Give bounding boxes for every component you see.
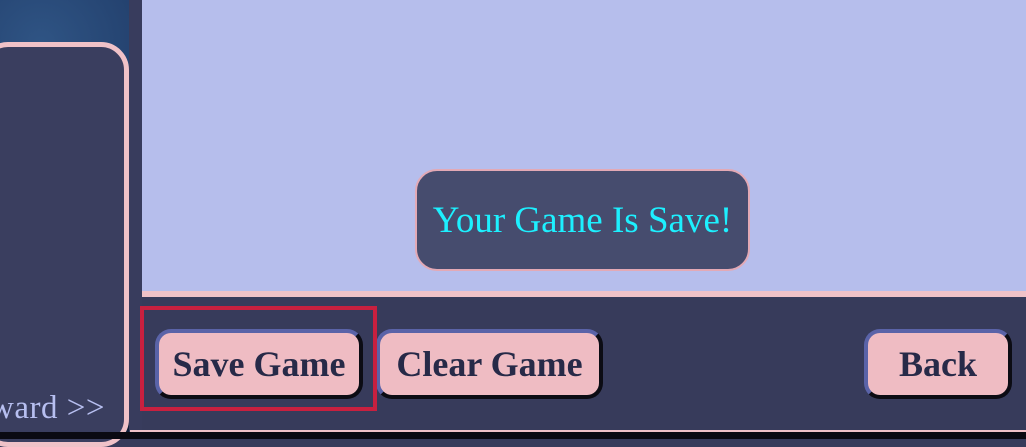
left-side-panel xyxy=(0,42,129,447)
save-confirmation-toast: Your Game Is Save! xyxy=(415,169,750,271)
vertical-divider xyxy=(129,0,142,439)
back-button[interactable]: Back xyxy=(864,329,1012,399)
save-game-button[interactable]: Save Game xyxy=(155,329,363,399)
clear-game-button[interactable]: Clear Game xyxy=(376,329,603,399)
bottom-edge xyxy=(0,432,1026,439)
forward-link[interactable]: ward >> xyxy=(0,390,105,427)
save-confirmation-message: Your Game Is Save! xyxy=(432,199,733,241)
